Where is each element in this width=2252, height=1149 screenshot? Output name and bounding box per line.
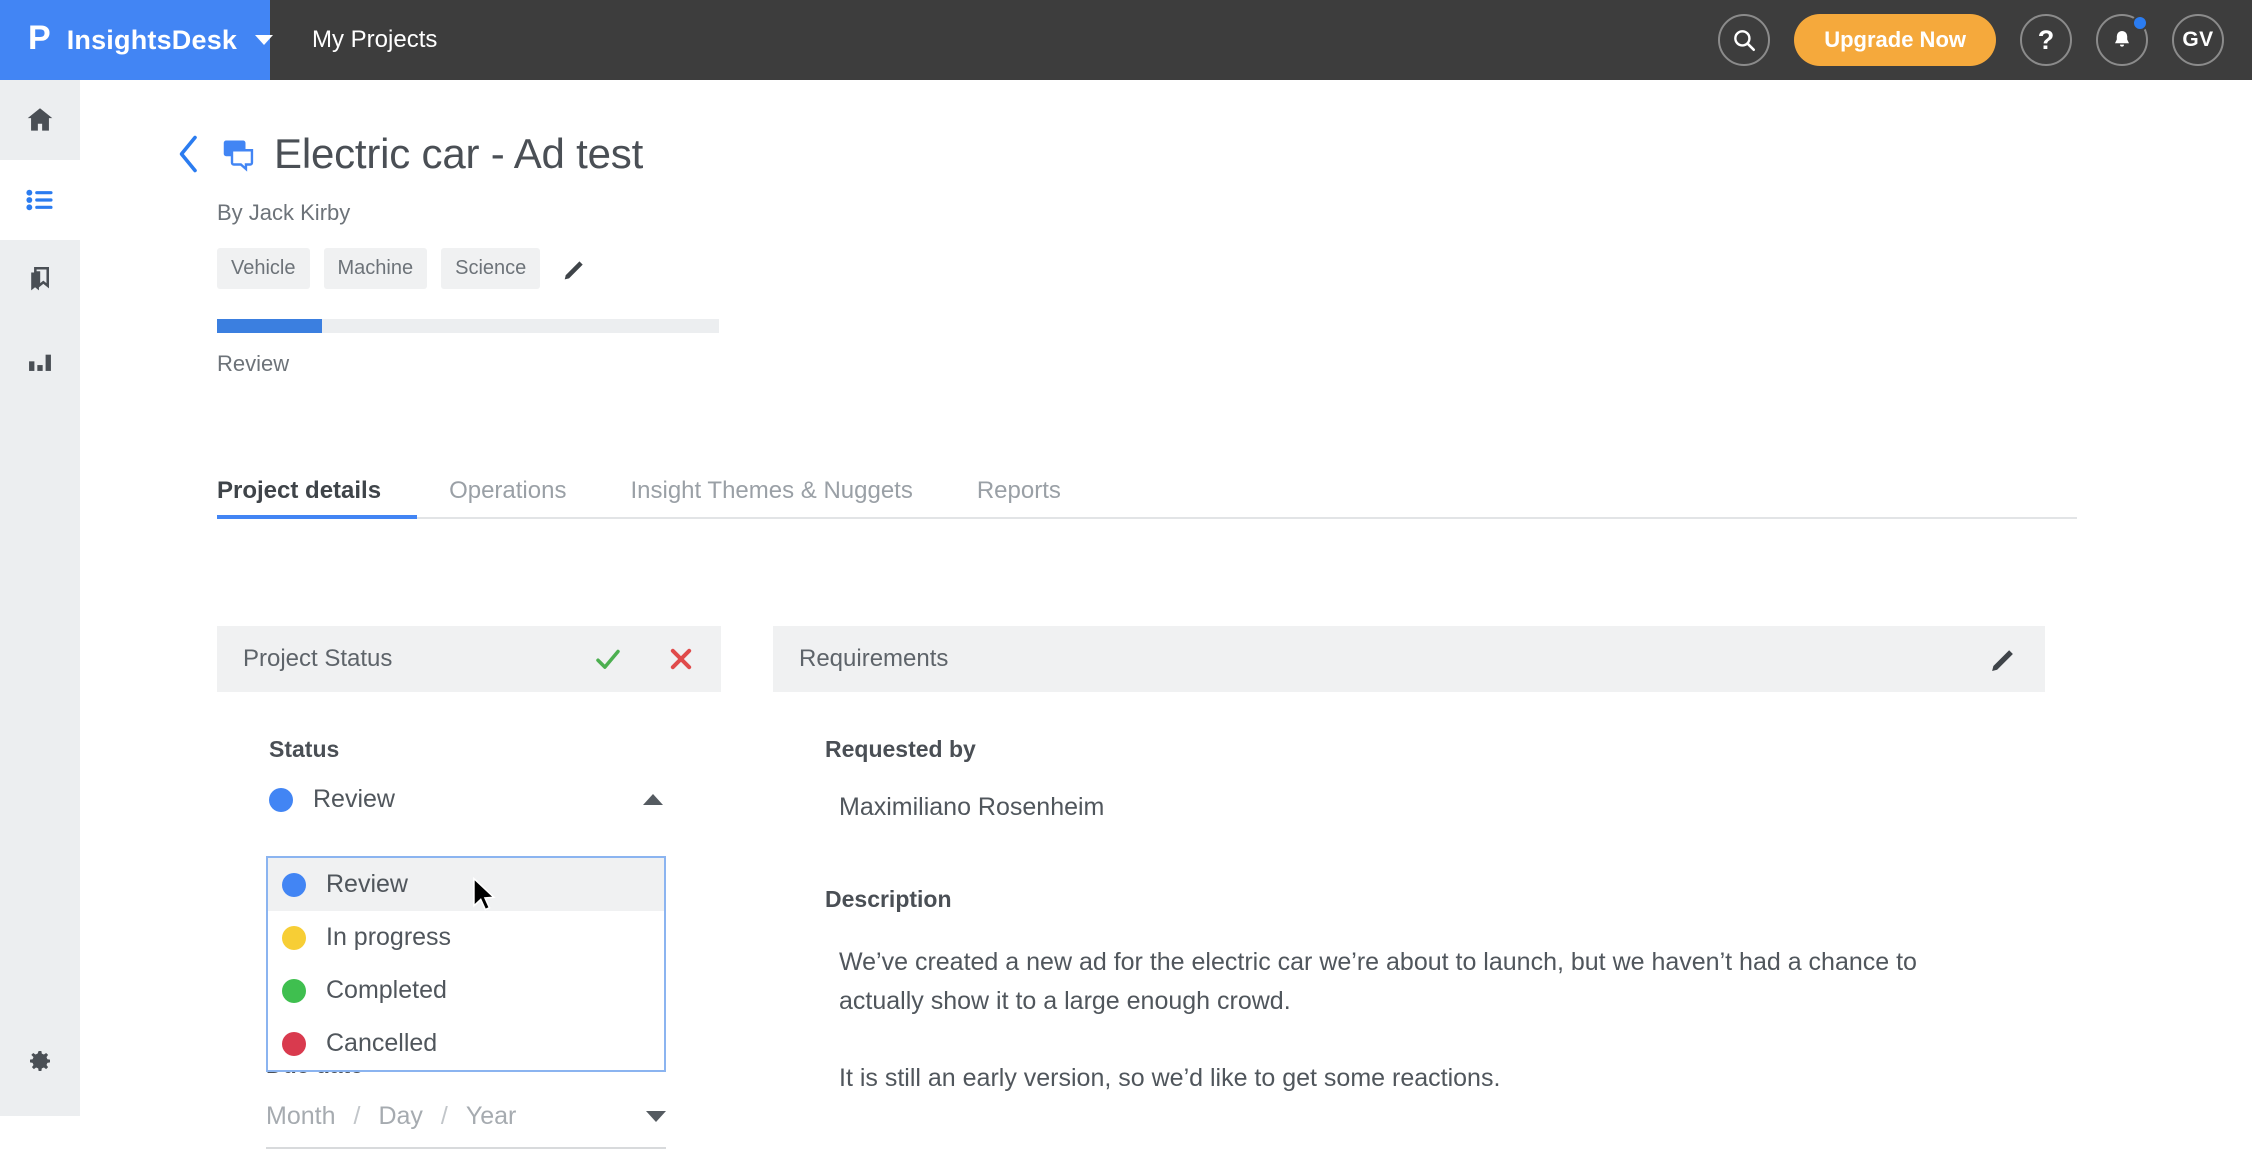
back-button[interactable] [176, 133, 202, 175]
project-progress: Review [80, 319, 2252, 377]
due-date-month[interactable]: Month [266, 1102, 335, 1131]
brand-menu[interactable]: P InsightsDesk [0, 0, 274, 80]
project-author: By Jack Kirby [217, 200, 351, 225]
status-option-label: In progress [326, 923, 452, 951]
pencil-icon [1992, 650, 2013, 671]
close-icon [670, 648, 692, 670]
status-color-dot [282, 1031, 306, 1056]
description-label: Description [825, 886, 952, 912]
upgrade-now-button[interactable]: Upgrade Now [1794, 14, 1996, 66]
chevron-up-icon[interactable] [643, 794, 663, 805]
requirements-card-actions [1989, 644, 2019, 674]
requirements-card-title: Requirements [799, 645, 949, 672]
sidebar-item-library[interactable] [0, 240, 80, 320]
status-option-cancelled[interactable]: Cancelled [268, 1017, 664, 1070]
page-title: Electric car - Ad test [274, 130, 644, 177]
notification-badge [2132, 15, 2148, 31]
progress-fill [217, 319, 323, 333]
requirements-card: Requirements Requested by Maximiliano Ro… [773, 626, 2045, 1097]
due-date-year[interactable]: Year [466, 1102, 517, 1131]
edit-tags-button[interactable] [562, 256, 588, 282]
status-option-label: Review [326, 870, 408, 898]
chevron-left-icon [179, 135, 197, 173]
top-bar-actions: Upgrade Now ? GV [1718, 14, 2252, 66]
avatar-initials: GV [2182, 28, 2214, 51]
progress-label: Review [217, 351, 290, 376]
description-paragraph: We’ve created a new ad for the electric … [839, 948, 1917, 1015]
status-field-label: Status [269, 736, 340, 762]
status-option-label: Completed [326, 976, 447, 1004]
nav-my-projects[interactable]: My Projects [270, 26, 437, 54]
list-icon [26, 189, 53, 211]
status-color-dot [282, 978, 306, 1003]
status-color-dot [282, 925, 306, 950]
chart-icon [29, 354, 51, 371]
project-type-icon [220, 136, 256, 172]
status-selected-value: Review [313, 785, 395, 813]
date-separator: / [353, 1102, 361, 1130]
notifications-button[interactable] [2096, 14, 2148, 66]
brand-name: InsightsDesk [66, 24, 238, 55]
bell-icon [2115, 31, 2129, 47]
conversation-icon [223, 140, 254, 172]
home-icon [27, 108, 53, 131]
status-select[interactable]: Review [269, 785, 669, 828]
project-status-card-title: Project Status [243, 645, 393, 672]
search-icon [1734, 30, 1756, 52]
sidebar-item-projects[interactable] [0, 160, 80, 240]
requested-by-label: Requested by [825, 736, 976, 762]
help-button[interactable]: ? [2020, 14, 2072, 66]
requirements-card-header: Requirements [773, 626, 2045, 692]
app-logo-icon: P [28, 19, 51, 57]
project-status-card: Project Status Status Review [217, 626, 721, 828]
due-date-input[interactable]: Month / Day / Year [266, 1102, 666, 1149]
main-content: Electric car - Ad test By Jack Kirby Veh… [80, 80, 2252, 1149]
tag-chip[interactable]: Machine [323, 248, 428, 289]
project-status-card-body: Status Review [217, 692, 721, 828]
tag-chip[interactable]: Vehicle [217, 248, 310, 289]
search-button[interactable] [1718, 14, 1771, 66]
edit-requirements-button[interactable] [1989, 644, 2019, 674]
date-separator: / [440, 1102, 448, 1130]
progress-track [217, 319, 719, 333]
tag-chip[interactable]: Science [441, 248, 541, 289]
pencil-icon [564, 260, 583, 279]
gear-icon [30, 1051, 50, 1071]
requested-by-value: Maximiliano Rosenheim [839, 793, 1105, 821]
sidebar-item-analytics[interactable] [0, 320, 80, 400]
project-status-card-actions [593, 644, 695, 674]
sidebar-item-settings[interactable] [0, 1028, 80, 1098]
status-option-label: Cancelled [326, 1029, 438, 1057]
bookmark-icon [31, 267, 49, 291]
requirements-card-body: Requested by Maximiliano Rosenheim Descr… [773, 692, 2045, 1097]
confirm-button[interactable] [593, 644, 623, 674]
status-option-in-progress[interactable]: In progress [268, 911, 664, 964]
left-sidebar [0, 80, 80, 1116]
tab-bar-divider [217, 517, 2077, 519]
status-color-dot [282, 872, 306, 897]
question-mark-icon: ? [2037, 24, 2055, 55]
calendar-dropdown-icon[interactable] [646, 1111, 666, 1122]
status-option-completed[interactable]: Completed [268, 964, 664, 1017]
status-option-review[interactable]: Review [268, 858, 664, 911]
status-color-dot [269, 787, 293, 812]
sidebar-item-home[interactable] [0, 80, 80, 160]
tab-active-indicator [217, 515, 417, 519]
project-status-card-header: Project Status [217, 626, 721, 692]
status-dropdown-list[interactable]: Review In progress Completed Cancelled [266, 856, 666, 1072]
top-bar: P InsightsDesk My Projects Upgrade Now ?… [0, 0, 2252, 80]
due-date-day[interactable]: Day [378, 1102, 422, 1131]
page-header: Electric car - Ad test [80, 80, 2252, 178]
cancel-button[interactable] [667, 645, 695, 673]
project-tags: Vehicle Machine Science [80, 248, 2252, 289]
avatar[interactable]: GV [2172, 14, 2224, 66]
check-icon [596, 649, 620, 669]
description-paragraph: It is still an early version, so we’d li… [839, 1063, 1501, 1092]
